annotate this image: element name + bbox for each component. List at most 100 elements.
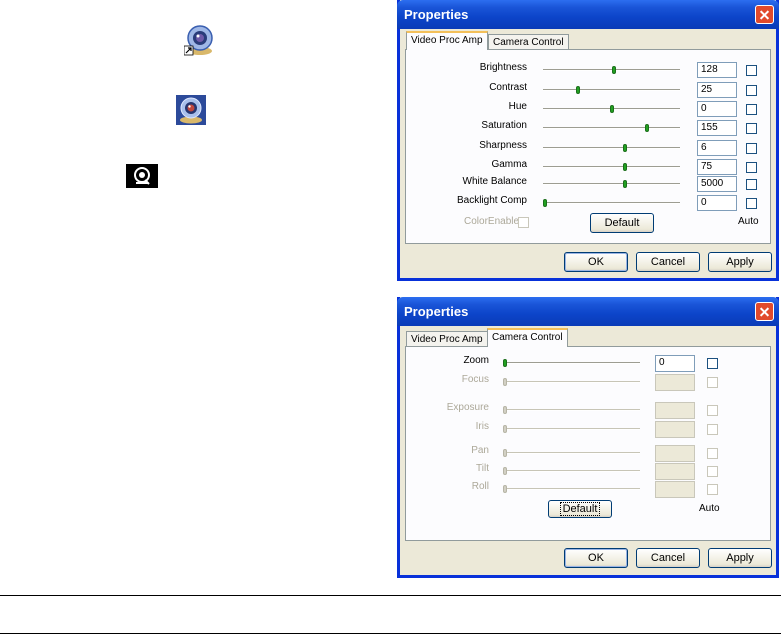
slider-label: Roll xyxy=(471,481,489,492)
divider-line xyxy=(0,633,781,634)
value-field[interactable] xyxy=(655,481,695,498)
tab-video-proc-amp[interactable]: Video Proc Amp xyxy=(406,31,488,50)
auto-checkbox[interactable] xyxy=(746,65,757,76)
slider-thumb[interactable] xyxy=(623,163,627,171)
auto-checkbox[interactable] xyxy=(707,377,718,388)
dialog-title: Properties xyxy=(404,7,469,22)
default-button[interactable]: Default xyxy=(548,500,612,518)
close-button[interactable] xyxy=(755,302,774,321)
auto-checkbox[interactable] xyxy=(746,104,757,115)
webcam-app-icon[interactable] xyxy=(176,95,206,125)
auto-checkbox[interactable] xyxy=(746,143,757,154)
auto-checkbox[interactable] xyxy=(746,198,757,209)
properties-dialog-camera-control: Properties Video Proc Amp Camera Control… xyxy=(397,297,779,578)
slider-track[interactable] xyxy=(503,470,640,472)
slider-track[interactable] xyxy=(543,166,680,168)
slider-track[interactable] xyxy=(503,362,640,364)
slider-track[interactable] xyxy=(543,183,680,185)
slider-thumb[interactable] xyxy=(503,359,507,367)
default-button[interactable]: Default xyxy=(590,213,654,233)
slider-track[interactable] xyxy=(503,409,640,411)
slider-label: Zoom xyxy=(463,355,489,366)
auto-checkbox[interactable] xyxy=(707,484,718,495)
auto-checkbox[interactable] xyxy=(707,405,718,416)
slider-label: Tilt xyxy=(476,463,489,474)
properties-dialog-video-proc-amp: Properties Video Proc Amp Camera Control… xyxy=(397,0,779,281)
value-field[interactable]: 0 xyxy=(697,195,737,211)
tab-camera-control[interactable]: Camera Control xyxy=(487,328,568,347)
slider-label: Backlight Comp xyxy=(456,195,527,206)
slider-label: White Balance xyxy=(462,176,527,187)
auto-checkbox[interactable] xyxy=(746,85,757,96)
color-enable-label: ColorEnable xyxy=(464,216,520,227)
value-field[interactable]: 128 xyxy=(697,62,737,78)
slider-track[interactable] xyxy=(543,89,680,91)
auto-checkbox[interactable] xyxy=(707,448,718,459)
auto-label: Auto xyxy=(738,216,759,227)
value-field[interactable]: 155 xyxy=(697,120,737,136)
value-field[interactable] xyxy=(655,445,695,462)
slider-track[interactable] xyxy=(543,202,680,204)
slider-label: Pan xyxy=(471,445,489,456)
slider-label: Gamma xyxy=(491,159,527,170)
slider-label: Saturation xyxy=(481,120,527,131)
slider-thumb[interactable] xyxy=(623,144,627,152)
slider-label: Hue xyxy=(508,101,527,112)
title-bar[interactable]: Properties xyxy=(397,0,779,29)
slider-track[interactable] xyxy=(543,147,680,149)
value-field[interactable]: 5000 xyxy=(697,176,737,192)
close-button[interactable] xyxy=(755,5,774,24)
auto-checkbox[interactable] xyxy=(746,123,757,134)
ok-button[interactable]: OK xyxy=(564,548,628,568)
slider-label: Focus xyxy=(461,374,489,385)
slider-thumb[interactable] xyxy=(503,425,507,433)
dialog-title: Properties xyxy=(404,304,469,319)
slider-thumb[interactable] xyxy=(576,86,580,94)
cancel-button[interactable]: Cancel xyxy=(636,548,700,568)
value-field[interactable]: 6 xyxy=(697,140,737,156)
slider-label: Contrast xyxy=(489,82,527,93)
slider-track[interactable] xyxy=(503,452,640,454)
auto-checkbox[interactable] xyxy=(707,466,718,477)
value-field[interactable] xyxy=(655,402,695,419)
slider-thumb[interactable] xyxy=(645,124,649,132)
title-bar[interactable]: Properties xyxy=(397,297,779,326)
apply-button[interactable]: Apply xyxy=(708,548,772,568)
slider-track[interactable] xyxy=(503,381,640,383)
auto-label: Auto xyxy=(699,503,720,514)
color-enable-checkbox[interactable] xyxy=(518,217,529,228)
apply-button[interactable]: Apply xyxy=(708,252,772,272)
value-field[interactable]: 75 xyxy=(697,159,737,175)
auto-checkbox[interactable] xyxy=(746,162,757,173)
slider-thumb[interactable] xyxy=(503,406,507,414)
value-field[interactable]: 0 xyxy=(697,101,737,117)
slider-track[interactable] xyxy=(503,488,640,490)
slider-thumb[interactable] xyxy=(623,180,627,188)
slider-thumb[interactable] xyxy=(503,449,507,457)
auto-checkbox[interactable] xyxy=(707,424,718,435)
value-field[interactable] xyxy=(655,421,695,438)
value-field[interactable]: 25 xyxy=(697,82,737,98)
ok-button[interactable]: OK xyxy=(564,252,628,272)
slider-thumb[interactable] xyxy=(610,105,614,113)
tab-video-proc-amp[interactable]: Video Proc Amp xyxy=(406,331,488,347)
value-field[interactable]: 0 xyxy=(655,355,695,372)
cancel-button[interactable]: Cancel xyxy=(636,252,700,272)
webcam-shortcut-icon[interactable] xyxy=(183,24,216,56)
auto-checkbox[interactable] xyxy=(707,358,718,369)
slider-thumb[interactable] xyxy=(543,199,547,207)
value-field[interactable] xyxy=(655,374,695,391)
slider-label: Sharpness xyxy=(479,140,527,151)
auto-checkbox[interactable] xyxy=(746,179,757,190)
slider-track[interactable] xyxy=(543,127,680,129)
webcam-tray-icon[interactable] xyxy=(126,164,158,188)
tab-camera-control[interactable]: Camera Control xyxy=(488,34,569,50)
slider-thumb[interactable] xyxy=(503,378,507,386)
slider-track[interactable] xyxy=(503,428,640,430)
slider-thumb[interactable] xyxy=(503,467,507,475)
slider-thumb[interactable] xyxy=(612,66,616,74)
slider-thumb[interactable] xyxy=(503,485,507,493)
slider-label: Brightness xyxy=(479,62,527,73)
value-field[interactable] xyxy=(655,463,695,480)
slider-label: Exposure xyxy=(446,402,489,413)
